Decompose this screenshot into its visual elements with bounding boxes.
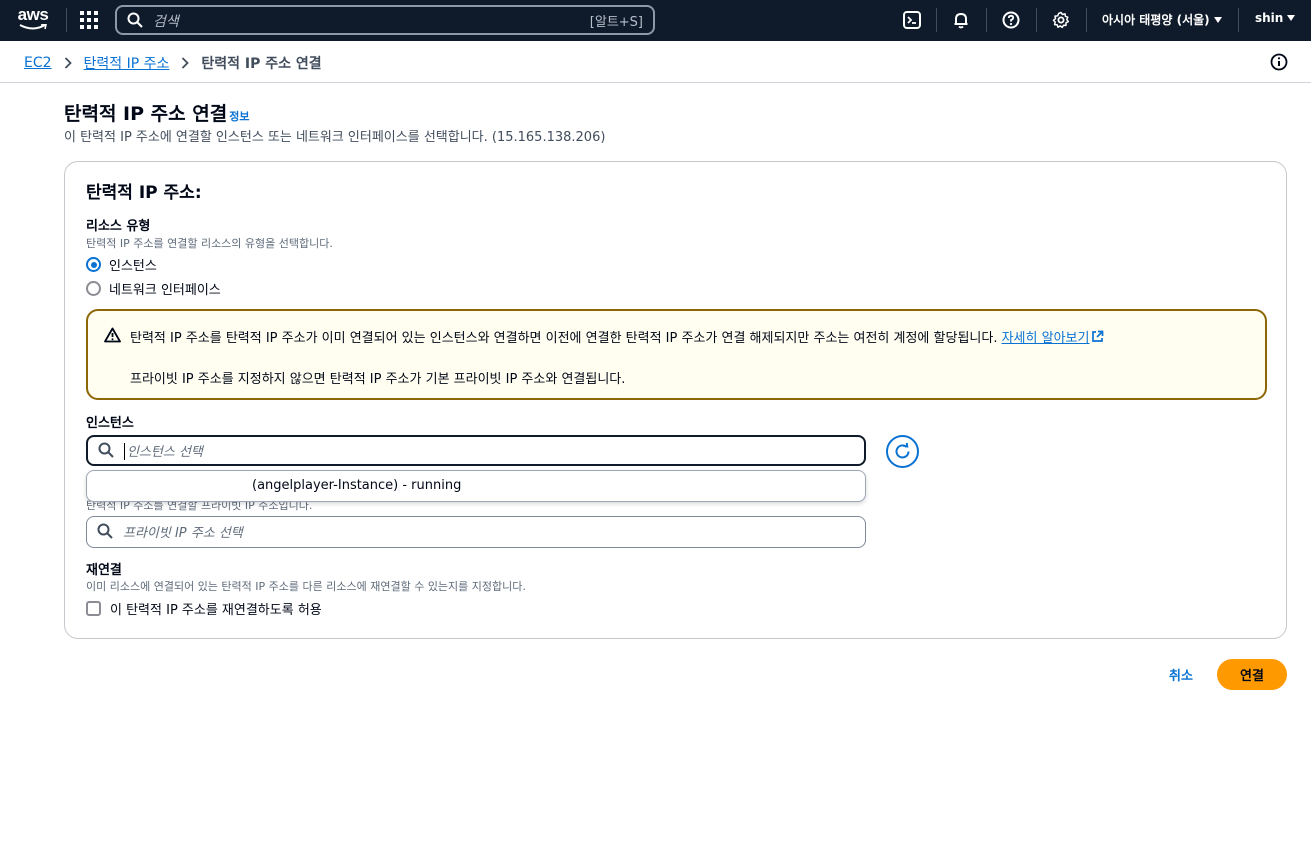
aws-smile-icon (19, 24, 47, 30)
radio-button[interactable] (86, 281, 101, 296)
nav-divider (1238, 8, 1239, 32)
global-search-input[interactable]: 검색 [알트+S] (115, 5, 655, 35)
user-menu[interactable]: shin (1255, 11, 1296, 25)
reassociation-checkbox[interactable] (86, 601, 101, 616)
reassociation-checkbox-row[interactable]: 이 탄력적 IP 주소를 재연결하도록 허용 (86, 599, 322, 618)
region-label: 아시아 태평양 (서울) (1102, 13, 1210, 27)
search-shortcut: [알트+S] (589, 15, 643, 30)
search-icon (98, 442, 114, 462)
aws-logo[interactable]: aws (16, 6, 50, 34)
breadcrumb-link-ec2[interactable]: EC2 (24, 55, 52, 71)
region-selector[interactable]: 아시아 태평양 (서울) (1102, 11, 1222, 28)
breadcrumb-link-elastic-ip[interactable]: 탄력적 IP 주소 (84, 53, 170, 73)
top-navigation: aws 검색 [알트+S] 아시아 태평양 (서울) shin (0, 0, 1311, 41)
reassociation-checkbox-label: 이 탄력적 IP 주소를 재연결하도록 허용 (110, 603, 322, 618)
search-placeholder: 검색 (153, 14, 179, 30)
warning-alert: 탄력적 IP 주소를 탄력적 IP 주소가 이미 연결되어 있는 인스턴스와 연… (86, 309, 1267, 400)
text-cursor (124, 443, 125, 460)
container-title: 탄력적 IP 주소: (86, 183, 202, 203)
radio-network-interface[interactable]: 네트워크 인터페이스 (86, 279, 221, 298)
instance-placeholder: 인스턴스 선택 (127, 445, 203, 460)
radio-instance[interactable]: 인스턴스 (86, 255, 157, 274)
instance-dropdown: (angelplayer-Instance) - running (86, 470, 866, 502)
breadcrumb-current: 탄력적 IP 주소 연결 (201, 56, 322, 72)
breadcrumb: EC2 탄력적 IP 주소 탄력적 IP 주소 연결 (24, 53, 322, 73)
learn-more-text: 자세히 알아보기 (1001, 331, 1090, 346)
search-icon (97, 523, 113, 543)
settings-icon[interactable] (1051, 10, 1071, 30)
search-icon (127, 12, 143, 32)
external-link-icon (1092, 330, 1104, 342)
resource-type-description: 탄력적 IP 주소를 연결할 리소스의 유형을 선택합니다. (86, 237, 333, 250)
reassociation-label: 재연결 (86, 563, 122, 578)
reassociation-description: 이미 리소스에 연결되어 있는 탄력적 IP 주소를 다른 리소스에 재연결할 … (86, 580, 526, 593)
nav-divider (1086, 8, 1087, 32)
radio-button-selected[interactable] (86, 257, 101, 272)
form-container: 탄력적 IP 주소: 리소스 유형 탄력적 IP 주소를 연결할 리소스의 유형… (64, 161, 1287, 639)
cancel-button[interactable]: 취소 (1169, 665, 1193, 684)
nav-divider (66, 8, 67, 32)
refresh-icon (895, 442, 910, 459)
page-title-text: 탄력적 IP 주소 연결 (64, 103, 228, 125)
alert-line-2: 프라이빗 IP 주소를 지정하지 않으면 탄력적 IP 주소가 기본 프라이빗 … (130, 372, 626, 387)
learn-more-link[interactable]: 자세히 알아보기 (1001, 330, 1105, 346)
info-panel-icon[interactable] (1270, 53, 1288, 75)
instance-search-input[interactable]: 인스턴스 선택 (86, 435, 866, 466)
info-link[interactable]: 정보 (229, 108, 249, 124)
alert-line-1: 탄력적 IP 주소를 탄력적 IP 주소가 이미 연결되어 있는 인스턴스와 연… (130, 331, 998, 346)
aws-logo-text: aws (17, 5, 49, 24)
nav-divider (936, 8, 937, 32)
associate-button[interactable]: 연결 (1217, 659, 1287, 690)
dropdown-option-instance[interactable]: (angelplayer-Instance) - running (252, 478, 461, 493)
chevron-right-icon (64, 57, 72, 69)
nav-divider (1036, 8, 1037, 32)
alert-message: 탄력적 IP 주소를 탄력적 IP 주소가 이미 연결되어 있는 인스턴스와 연… (130, 327, 1104, 346)
private-ip-placeholder: 프라이빗 IP 주소 선택 (123, 526, 243, 541)
private-ip-input[interactable]: 프라이빗 IP 주소 선택 (86, 516, 866, 548)
radio-instance-label: 인스턴스 (109, 259, 157, 274)
services-grid-icon[interactable] (80, 11, 98, 29)
nav-divider (986, 8, 987, 32)
user-name: shin (1255, 11, 1284, 25)
radio-network-interface-label: 네트워크 인터페이스 (109, 283, 221, 298)
breadcrumb-divider (0, 82, 1311, 83)
page-description: 이 탄력적 IP 주소에 연결할 인스턴스 또는 네트워크 인터페이스를 선택합… (64, 130, 606, 145)
resource-type-label: 리소스 유형 (86, 219, 151, 234)
caret-down-icon (1213, 16, 1222, 23)
bell-icon[interactable] (951, 10, 971, 30)
caret-down-icon (1287, 15, 1296, 21)
chevron-right-icon (181, 57, 190, 69)
refresh-button[interactable] (886, 435, 919, 468)
cloudshell-icon[interactable] (902, 10, 922, 30)
instance-label: 인스턴스 (86, 416, 134, 431)
page-title: 탄력적 IP 주소 연결 정보 (64, 99, 249, 126)
help-icon[interactable] (1001, 10, 1021, 30)
warning-icon (104, 327, 121, 347)
